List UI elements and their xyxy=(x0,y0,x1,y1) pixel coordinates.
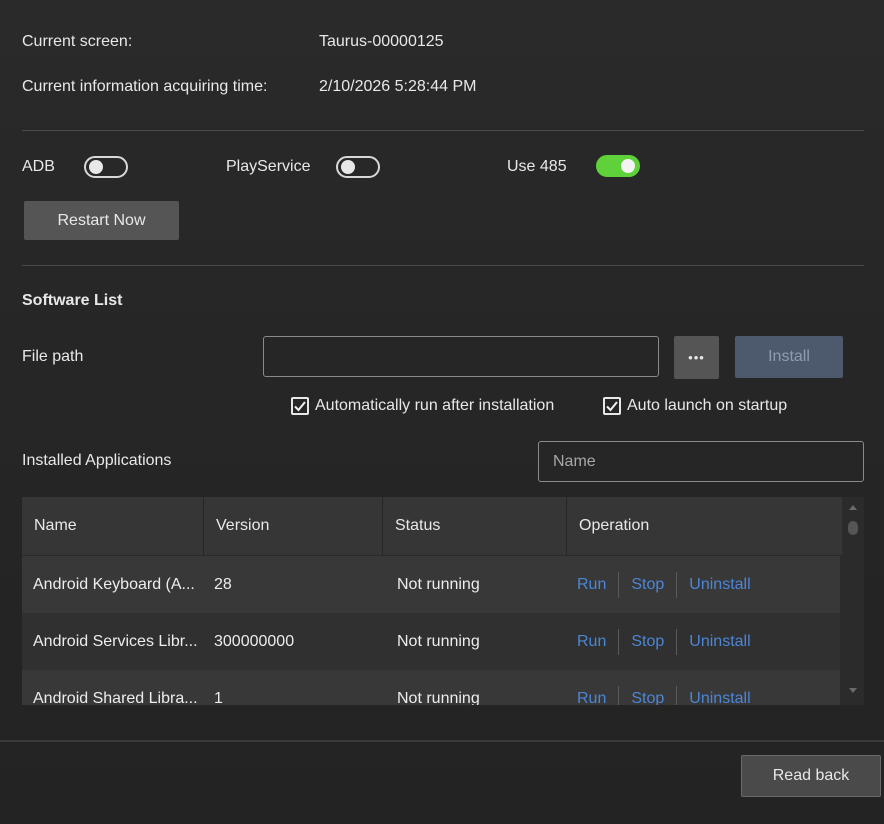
run-link[interactable]: Run xyxy=(575,576,608,594)
toggle-knob xyxy=(621,159,635,173)
checkmark-icon xyxy=(606,401,618,412)
separator xyxy=(676,571,678,598)
column-header-version[interactable]: Version xyxy=(204,497,383,555)
row-operations: Run Stop Uninstall xyxy=(567,628,753,655)
table-header: Name Version Status Operation xyxy=(22,497,842,555)
toggle-knob xyxy=(89,160,103,174)
acquiring-time-label: Current information acquiring time: xyxy=(22,78,268,95)
separator xyxy=(618,628,620,655)
installed-apps-table: Name Version Status Operation Android Ke… xyxy=(22,497,864,705)
divider xyxy=(22,265,864,266)
install-button[interactable]: Install xyxy=(735,336,843,378)
app-status: Not running xyxy=(397,689,480,706)
auto-launch-option[interactable]: Auto launch on startup xyxy=(603,397,787,415)
app-version: 1 xyxy=(214,689,223,706)
toggle-knob xyxy=(341,160,355,174)
footer-divider xyxy=(0,740,884,742)
separator xyxy=(676,685,678,705)
row-operations: Run Stop Uninstall xyxy=(567,571,753,598)
separator xyxy=(618,685,620,705)
uninstall-link[interactable]: Uninstall xyxy=(687,576,752,594)
table-row[interactable]: Android Services Libr... 300000000 Not r… xyxy=(22,613,840,670)
browse-button[interactable]: ••• xyxy=(674,336,719,379)
auto-run-checkbox[interactable] xyxy=(291,397,309,415)
app-name: Android Services Libr... xyxy=(33,632,198,650)
table-row[interactable]: Android Shared Libra... 1 Not running Ru… xyxy=(22,670,840,705)
adb-toggle[interactable] xyxy=(84,156,128,178)
separator xyxy=(618,571,620,598)
stop-link[interactable]: Stop xyxy=(629,690,666,706)
file-path-input[interactable] xyxy=(263,336,659,377)
run-link[interactable]: Run xyxy=(575,633,608,651)
separator xyxy=(676,628,678,655)
name-search-input[interactable] xyxy=(538,441,864,482)
app-version: 28 xyxy=(214,575,232,593)
acquiring-time-value: 2/10/2026 5:28:44 PM xyxy=(319,78,477,95)
divider xyxy=(22,130,864,131)
file-path-label: File path xyxy=(22,348,84,365)
playservice-toggle[interactable] xyxy=(336,156,380,178)
uninstall-link[interactable]: Uninstall xyxy=(687,633,752,651)
use485-toggle[interactable] xyxy=(596,155,640,177)
current-screen-value: Taurus-00000125 xyxy=(319,33,444,50)
app-version: 300000000 xyxy=(214,632,295,650)
stop-link[interactable]: Stop xyxy=(629,633,666,651)
app-name: Android Shared Libra... xyxy=(33,689,198,706)
stop-link[interactable]: Stop xyxy=(629,576,666,594)
playservice-label: PlayService xyxy=(226,158,311,175)
checkmark-icon xyxy=(294,401,306,412)
use485-label: Use 485 xyxy=(507,158,567,175)
restart-now-button[interactable]: Restart Now xyxy=(24,201,179,240)
scroll-thumb[interactable] xyxy=(848,521,858,535)
column-header-status[interactable]: Status xyxy=(383,497,567,555)
read-back-button[interactable]: Read back xyxy=(741,755,881,797)
device-settings-page: Current screen: Taurus-00000125 Current … xyxy=(0,0,884,824)
table-scrollbar[interactable] xyxy=(842,497,864,705)
auto-launch-checkbox[interactable] xyxy=(603,397,621,415)
app-name: Android Keyboard (A... xyxy=(33,575,195,593)
run-link[interactable]: Run xyxy=(575,690,608,706)
app-status: Not running xyxy=(397,632,480,650)
column-header-operation[interactable]: Operation xyxy=(567,497,842,555)
current-screen-label: Current screen: xyxy=(22,33,133,50)
scroll-up-icon[interactable] xyxy=(848,503,858,511)
auto-run-label: Automatically run after installation xyxy=(315,397,555,414)
installed-applications-title: Installed Applications xyxy=(22,452,172,469)
row-operations: Run Stop Uninstall xyxy=(567,685,753,706)
software-list-title: Software List xyxy=(22,292,123,309)
column-header-name[interactable]: Name xyxy=(22,497,204,555)
auto-launch-label: Auto launch on startup xyxy=(627,397,788,414)
scroll-down-icon[interactable] xyxy=(848,687,858,695)
table-row[interactable]: Android Keyboard (A... 28 Not running Ru… xyxy=(22,556,840,613)
uninstall-link[interactable]: Uninstall xyxy=(687,690,752,706)
auto-run-option[interactable]: Automatically run after installation xyxy=(291,397,554,415)
adb-label: ADB xyxy=(22,158,55,175)
app-status: Not running xyxy=(397,575,480,593)
